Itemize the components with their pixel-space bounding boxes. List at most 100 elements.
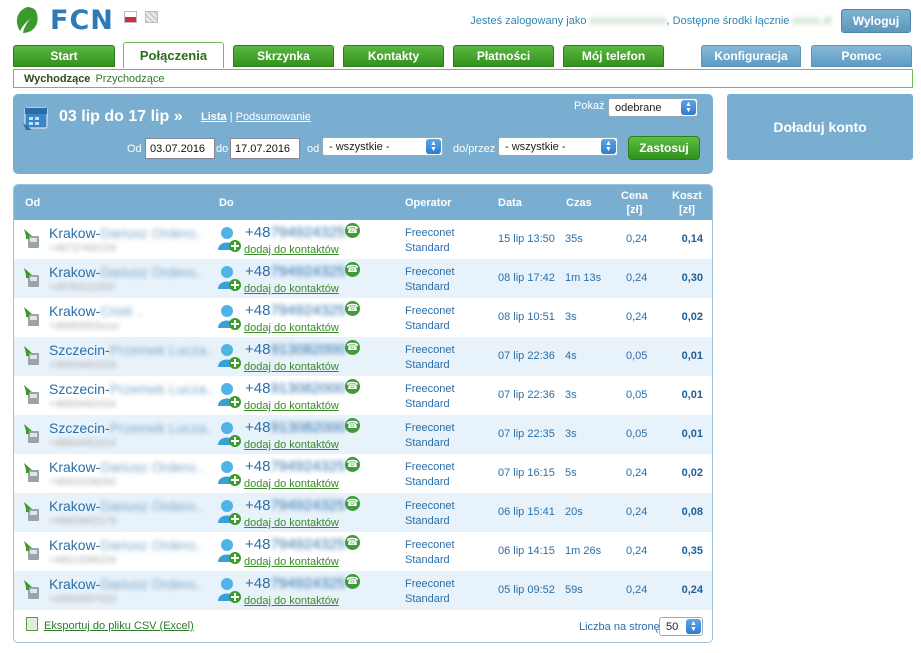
flag-pl-icon[interactable]: [124, 11, 137, 23]
call-cost: 0,14: [681, 233, 703, 245]
callee-hidden-number: 794924325: [270, 575, 346, 592]
caller-number: +48512595218: [49, 555, 117, 566]
col-to[interactable]: Do: [219, 197, 234, 209]
operator-plan: Standard: [405, 242, 450, 254]
operator-cell: Freeconet Standard: [405, 538, 455, 568]
add-to-contacts-link[interactable]: dodaj do kontaktów: [244, 361, 339, 373]
tab-configuration[interactable]: Konfiguracja: [701, 45, 801, 67]
add-contact-icon[interactable]: [217, 264, 241, 292]
tab-help[interactable]: Pomoc: [811, 45, 912, 67]
phone-icon[interactable]: ☎: [345, 418, 360, 433]
add-contact-icon[interactable]: [217, 303, 241, 331]
tab-contacts[interactable]: Kontakty: [343, 45, 444, 67]
tab-start[interactable]: Start: [13, 45, 115, 67]
subtab-incoming[interactable]: Przychodzące: [95, 73, 164, 85]
call-cost: 0,01: [681, 350, 703, 362]
logo-text: FCN: [50, 4, 114, 36]
add-contact-icon[interactable]: [217, 576, 241, 604]
col-operator[interactable]: Operator: [405, 197, 451, 209]
tab-my-phone[interactable]: Mój telefon: [563, 45, 664, 67]
callee-prefix: +48: [245, 497, 271, 514]
caller-hidden-name: Dariusz Ordero..: [100, 459, 204, 475]
caller-name[interactable]: Krakow-Dariusz Ordero..: [49, 264, 203, 280]
tab-calls[interactable]: Połączenia: [123, 42, 224, 68]
operator-name: Freeconet: [405, 500, 455, 512]
caller-location: Szczecin-: [49, 420, 110, 436]
add-to-contacts-link[interactable]: dodaj do kontaktów: [244, 478, 339, 490]
export-csv-link[interactable]: Eksportuj do pliku CSV (Excel): [44, 620, 194, 632]
phone-icon[interactable]: ☎: [345, 262, 360, 277]
date-from-input[interactable]: 03.07.2016: [145, 138, 215, 159]
tab-payments[interactable]: Płatności: [453, 45, 554, 67]
apply-button[interactable]: Zastosuj: [628, 136, 700, 160]
add-to-contacts-link[interactable]: dodaj do kontaktów: [244, 556, 339, 568]
caller-location: Szczecin-: [49, 381, 110, 397]
col-from[interactable]: Od: [25, 197, 40, 209]
phone-icon[interactable]: ☎: [345, 340, 360, 355]
phone-icon[interactable]: ☎: [345, 457, 360, 472]
fcn-logo[interactable]: FCN: [12, 4, 114, 36]
call-date: 07 lip 22:35: [498, 428, 555, 440]
subtab-outgoing[interactable]: Wychodzące: [24, 73, 90, 85]
add-contact-icon[interactable]: [217, 342, 241, 370]
add-to-contacts-link[interactable]: dodaj do kontaktów: [244, 595, 339, 607]
per-page-select[interactable]: 50 ▲ ▼: [659, 617, 703, 636]
phone-icon[interactable]: ☎: [345, 535, 360, 550]
call-date: 08 lip 10:51: [498, 311, 555, 323]
flag-en-icon[interactable]: [145, 11, 158, 23]
add-contact-icon[interactable]: [217, 537, 241, 565]
add-contact-icon[interactable]: [217, 381, 241, 409]
od-select[interactable]: - wszystkie - ▲ ▼: [322, 137, 443, 156]
show-label: Pokaż: [574, 100, 605, 112]
col-cost[interactable]: Koszt [zł]: [672, 189, 702, 217]
call-price: 0,24: [626, 311, 648, 323]
add-contact-icon[interactable]: [217, 459, 241, 487]
caller-name[interactable]: Krakow-Dariusz Ordero..: [49, 225, 203, 241]
logout-button[interactable]: Wyloguj: [841, 9, 911, 33]
summary-view-link[interactable]: Podsumowanie: [236, 111, 311, 123]
caller-name[interactable]: Krakow-Cristi ..: [49, 303, 144, 319]
caller-name[interactable]: Krakow-Dariusz Ordero..: [49, 459, 203, 475]
add-contact-icon[interactable]: [217, 498, 241, 526]
operator-name: Freeconet: [405, 578, 455, 590]
show-select[interactable]: odebrane ▲ ▼: [608, 98, 698, 117]
tab-mailbox[interactable]: Skrzynka: [233, 45, 334, 67]
chevron-updown-icon: ▲ ▼: [686, 619, 701, 634]
add-contact-icon[interactable]: [217, 420, 241, 448]
add-to-contacts-link[interactable]: dodaj do kontaktów: [244, 400, 339, 412]
col-price-line2: [zł]: [626, 204, 643, 216]
date-to-input[interactable]: 17.07.2016: [230, 138, 300, 159]
via-select[interactable]: - wszystkie - ▲ ▼: [498, 137, 618, 156]
col-date[interactable]: Data: [498, 197, 522, 209]
calls-table: Od Do Operator Data Czas Cena [zł] Koszt…: [13, 184, 713, 643]
call-date: 05 lip 09:52: [498, 584, 555, 596]
caller-number: +48609657623: [49, 594, 117, 605]
call-price: 0,05: [626, 350, 648, 362]
add-to-contacts-link[interactable]: dodaj do kontaktów: [244, 244, 339, 256]
phone-icon[interactable]: ☎: [345, 574, 360, 589]
top-up-button[interactable]: Doładuj konto: [727, 94, 913, 160]
caller-name[interactable]: Szczecin-Przemek Lucza..: [49, 381, 214, 397]
chevron-updown-icon: ▲ ▼: [681, 100, 696, 115]
phone-icon[interactable]: ☎: [345, 223, 360, 238]
add-to-contacts-link[interactable]: dodaj do kontaktów: [244, 439, 339, 451]
phone-icon[interactable]: ☎: [345, 301, 360, 316]
add-to-contacts-link[interactable]: dodaj do kontaktów: [244, 322, 339, 334]
add-to-contacts-link[interactable]: dodaj do kontaktów: [244, 283, 339, 295]
add-contact-icon[interactable]: [217, 225, 241, 253]
operator-plan: Standard: [405, 476, 450, 488]
caller-name[interactable]: Krakow-Dariusz Ordero..: [49, 576, 203, 592]
caller-hidden-name: Dariusz Ordero..: [100, 225, 204, 241]
add-to-contacts-link[interactable]: dodaj do kontaktów: [244, 517, 339, 529]
caller-name[interactable]: Szczecin-Przemek Lucza..: [49, 342, 214, 358]
caller-name[interactable]: Krakow-Dariusz Ordero..: [49, 537, 203, 553]
operator-cell: Freeconet Standard: [405, 421, 455, 451]
caller-name[interactable]: Szczecin-Przemek Lucza..: [49, 420, 214, 436]
col-price[interactable]: Cena [zł]: [621, 189, 648, 217]
list-view-link[interactable]: Lista: [201, 111, 227, 123]
col-time[interactable]: Czas: [566, 197, 592, 209]
caller-name[interactable]: Krakow-Dariusz Ordero..: [49, 498, 203, 514]
callee-prefix: +48: [245, 224, 271, 241]
phone-icon[interactable]: ☎: [345, 379, 360, 394]
phone-icon[interactable]: ☎: [345, 496, 360, 511]
